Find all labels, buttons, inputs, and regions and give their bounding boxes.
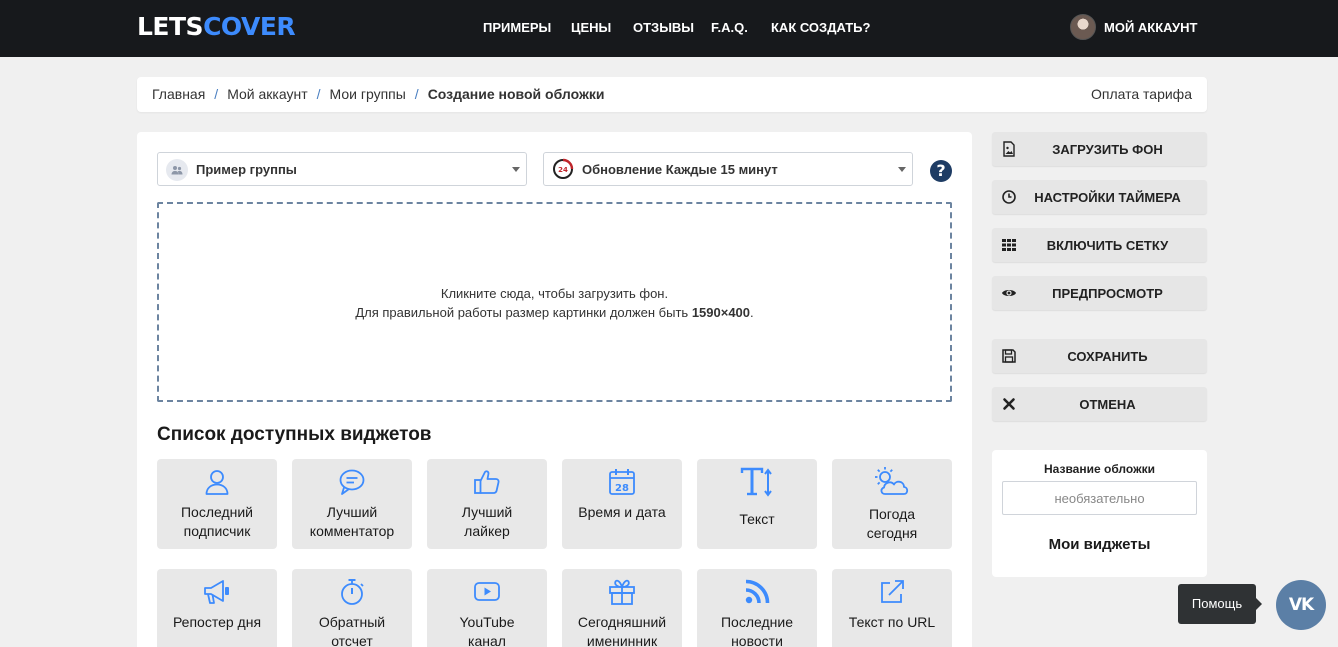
nav-how-to[interactable]: КАК СОЗДАТЬ?	[771, 20, 870, 35]
nav-reviews[interactable]: ОТЗЫВЫ	[633, 20, 694, 35]
logo[interactable]: LETSCOVER	[137, 12, 296, 41]
my-widgets-link[interactable]: Мои виджеты	[992, 536, 1207, 553]
chevron-down-icon	[512, 167, 520, 172]
svg-text:24: 24	[558, 166, 568, 174]
chevron-down-icon	[898, 167, 906, 172]
background-dropzone[interactable]: Кликните сюда, чтобы загрузить фон. Для …	[157, 202, 952, 402]
vk-chat-button[interactable]: VK	[1276, 580, 1326, 630]
timer-settings-button[interactable]: НАСТРОЙКИ ТАЙМЕРА	[992, 180, 1207, 214]
megaphone-icon	[204, 580, 229, 604]
widget-best-liker[interactable]: Лучший лайкер	[427, 459, 547, 549]
account-menu[interactable]: МОЙ АККАУНТ	[1070, 14, 1197, 40]
help-icon[interactable]: ?	[930, 160, 952, 182]
widget-countdown[interactable]: Обратный отсчет	[292, 569, 412, 647]
widget-last-subscriber[interactable]: Последний подписчик	[157, 459, 277, 549]
tariff-payment-link[interactable]: Оплата тарифа	[1091, 86, 1192, 102]
preview-button[interactable]: ПРЕДПРОСМОТР	[992, 276, 1207, 310]
widgets-title: Список доступных виджетов	[157, 424, 432, 445]
widget-birthday-today[interactable]: Сегодняшний именинник	[562, 569, 682, 647]
nav-faq[interactable]: F.A.Q.	[711, 20, 748, 35]
external-link-icon	[881, 580, 904, 603]
update-clock-icon: 24	[552, 158, 574, 180]
text-icon	[740, 467, 772, 497]
thumbs-up-icon	[474, 470, 500, 494]
widget-time-date[interactable]: 28 Время и дата	[562, 459, 682, 549]
cover-name-card: Название обложки Мои виджеты	[992, 450, 1207, 577]
help-tooltip: Помощь	[1178, 584, 1262, 624]
update-select-value: Обновление Каждые 15 минут	[582, 162, 778, 177]
widget-text[interactable]: Текст	[697, 459, 817, 549]
weather-icon	[875, 467, 909, 495]
breadcrumb-groups[interactable]: Мои группы	[330, 86, 406, 102]
toggle-grid-button[interactable]: ВКЛЮЧИТЬ СЕТКУ	[992, 228, 1207, 262]
breadcrumb-account[interactable]: Мой аккаунт	[227, 86, 307, 102]
update-interval-select[interactable]: 24 Обновление Каждые 15 минут	[543, 152, 913, 186]
comment-icon	[339, 469, 365, 495]
widget-weather-today[interactable]: Погода сегодня	[832, 459, 952, 549]
widget-reposter-of-day[interactable]: Репостер дня	[157, 569, 277, 647]
widget-youtube-channel[interactable]: YouTube канал	[427, 569, 547, 647]
group-select-value: Пример группы	[196, 162, 297, 177]
widget-latest-news[interactable]: Последние новости	[697, 569, 817, 647]
breadcrumb: Главная / Мой аккаунт / Мои группы / Создание …	[137, 77, 1207, 112]
top-navbar: LETSCOVER ПРИМЕРЫ ЦЕНЫ ОТЗЫВЫ F.A.Q. КАК…	[0, 0, 1338, 57]
widget-text-by-url[interactable]: Текст по URL	[832, 569, 952, 647]
gift-icon	[609, 579, 635, 605]
group-select[interactable]: Пример группы	[157, 152, 527, 186]
stopwatch-icon	[341, 579, 364, 605]
dropzone-size-hint: Для правильной работы размер картинки до…	[355, 305, 754, 320]
youtube-icon	[474, 582, 500, 601]
nav-prices[interactable]: ЦЕНЫ	[571, 20, 611, 35]
nav-examples[interactable]: ПРИМЕРЫ	[483, 20, 551, 35]
dropzone-size: 1590×400	[691, 305, 751, 320]
upload-background-button[interactable]: ЗАГРУЗИТЬ ФОН	[992, 132, 1207, 166]
breadcrumb-home[interactable]: Главная	[152, 86, 205, 102]
widget-best-commenter[interactable]: Лучший комментатор	[292, 459, 412, 549]
calendar-icon: 28	[609, 469, 635, 495]
dropzone-hint: Кликните сюда, чтобы загрузить фон.	[440, 286, 669, 301]
group-icon	[166, 159, 188, 181]
svg-text:28: 28	[615, 483, 629, 494]
account-label: МОЙ АККАУНТ	[1104, 19, 1198, 35]
cancel-button[interactable]: ОТМЕНА	[992, 387, 1207, 421]
user-icon	[205, 470, 229, 495]
cover-name-label: Название обложки	[1044, 462, 1155, 476]
breadcrumb-current: Создание новой обложки	[427, 86, 605, 102]
avatar	[1070, 14, 1096, 40]
editor-panel: Пример группы 24 Обновление Каждые 15 ми…	[137, 132, 972, 647]
rss-icon	[745, 579, 770, 604]
save-button[interactable]: СОХРАНИТЬ	[992, 339, 1207, 373]
cover-name-input[interactable]	[1002, 481, 1197, 515]
